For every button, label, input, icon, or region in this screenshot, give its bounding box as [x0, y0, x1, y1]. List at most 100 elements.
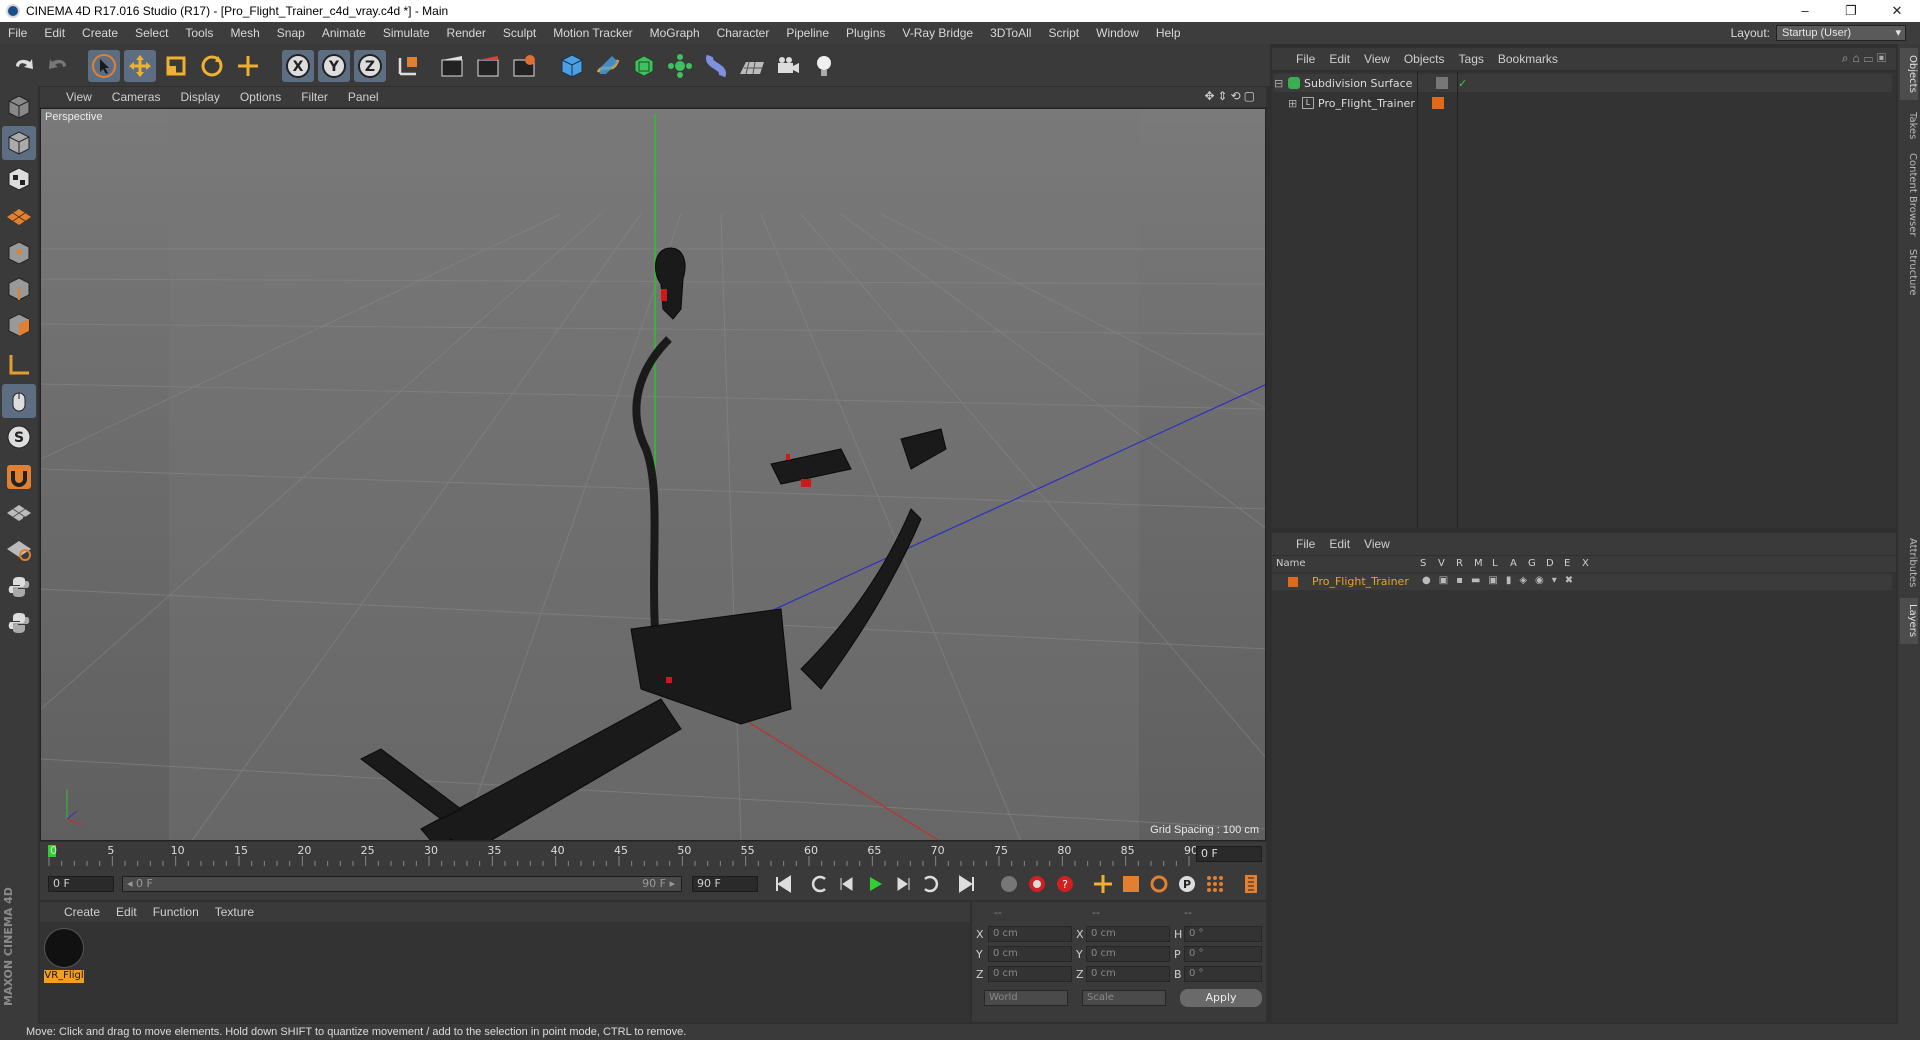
- floor-button[interactable]: [736, 50, 768, 82]
- add-cube-button[interactable]: [556, 50, 588, 82]
- object-menu-tags[interactable]: Tags: [1452, 52, 1491, 66]
- object-menu-objects[interactable]: Objects: [1397, 52, 1452, 66]
- layer-flag-icons[interactable]: ●▣▪▬▣▮◈◉▾✖: [1422, 575, 1581, 586]
- size-mode-select[interactable]: Scale: [1082, 990, 1166, 1006]
- layer-color-swatch[interactable]: [1288, 577, 1298, 587]
- edges-mode-button[interactable]: [2, 272, 36, 306]
- polygons-mode-button[interactable]: [2, 308, 36, 342]
- size-x-field[interactable]: 0 cm: [1086, 926, 1170, 942]
- timeline-ruler[interactable]: 0 5 10 15 20 25 30 35 40 45 50 55 60 65 …: [48, 842, 1198, 868]
- position-x-field[interactable]: 0 cm: [988, 926, 1072, 942]
- object-menu-view[interactable]: View: [1357, 52, 1397, 66]
- size-z-field[interactable]: 0 cm: [1086, 966, 1170, 982]
- frame-range-slider[interactable]: ◂ 0 F 90 F ▸: [122, 876, 682, 892]
- position-z-field[interactable]: 0 cm: [988, 966, 1072, 982]
- menu-3dtoall[interactable]: 3DToAll: [982, 26, 1040, 40]
- python-button-1[interactable]: [2, 570, 36, 604]
- pen-tool-button[interactable]: [592, 50, 624, 82]
- menu-render[interactable]: Render: [439, 26, 495, 40]
- material-swatch[interactable]: VR_Fligl: [44, 928, 84, 984]
- menu-vray-bridge[interactable]: V-Ray Bridge: [894, 26, 982, 40]
- key-position-button[interactable]: [1090, 871, 1116, 897]
- menu-mesh[interactable]: Mesh: [222, 26, 268, 40]
- menu-file[interactable]: File: [0, 26, 36, 40]
- subdivision-surface-button[interactable]: [628, 50, 660, 82]
- y-axis-lock-button[interactable]: Y: [318, 50, 350, 82]
- object-row-subdivision[interactable]: ⊟ Subdivision Surface ✓: [1274, 74, 1892, 92]
- live-select-button[interactable]: [232, 50, 264, 82]
- object-name[interactable]: Subdivision Surface: [1304, 77, 1432, 90]
- play-button[interactable]: [862, 871, 888, 897]
- workplane-mode-button[interactable]: [2, 198, 36, 232]
- menu-simulate[interactable]: Simulate: [375, 26, 439, 40]
- menu-create[interactable]: Create: [74, 26, 127, 40]
- viewport-menu-cameras[interactable]: Cameras: [102, 90, 171, 104]
- menu-sculpt[interactable]: Sculpt: [495, 26, 545, 40]
- prev-frame-button[interactable]: [834, 871, 860, 897]
- viewport-menu-display[interactable]: Display: [170, 90, 229, 104]
- menu-script[interactable]: Script: [1040, 26, 1088, 40]
- array-button[interactable]: [664, 50, 696, 82]
- render-settings-button[interactable]: [508, 50, 540, 82]
- current-frame-field[interactable]: 0 F: [1196, 846, 1262, 862]
- viewport-menu-options[interactable]: Options: [230, 90, 291, 104]
- layer-color-icon[interactable]: [1432, 97, 1444, 109]
- layer-row[interactable]: Pro_Flight_Trainer ●▣▪▬▣▮◈◉▾✖: [1272, 574, 1892, 590]
- layer-menu-view[interactable]: View: [1357, 537, 1397, 551]
- key-pla-button[interactable]: [1202, 871, 1228, 897]
- menu-select[interactable]: Select: [127, 26, 177, 40]
- viewport-menu-filter[interactable]: Filter: [291, 90, 338, 104]
- start-frame-field[interactable]: 0 F: [48, 876, 114, 892]
- close-button[interactable]: ✕: [1874, 0, 1920, 22]
- viewport-menu-view[interactable]: View: [40, 90, 102, 104]
- autokey-button[interactable]: [1024, 871, 1050, 897]
- x-axis-lock-button[interactable]: X: [282, 50, 314, 82]
- render-picture-viewer-button[interactable]: [472, 50, 504, 82]
- object-row-pro-flight-trainer[interactable]: ⊞ L Pro_Flight_Trainer: [1288, 94, 1444, 112]
- material-menu-function[interactable]: Function: [145, 905, 207, 919]
- tab-content-browser[interactable]: Content Browser: [1900, 150, 1918, 240]
- tab-attributes[interactable]: Attributes: [1900, 532, 1918, 594]
- minimize-button[interactable]: –: [1782, 0, 1828, 22]
- viewport-label[interactable]: Perspective: [45, 111, 102, 123]
- layer-tag-icon[interactable]: [1436, 77, 1448, 89]
- end-frame-field[interactable]: 90 F: [692, 876, 758, 892]
- material-menu-edit[interactable]: Edit: [108, 905, 145, 919]
- texture-mode-button[interactable]: [2, 162, 36, 196]
- viewport-menu-panel[interactable]: Panel: [338, 90, 389, 104]
- tab-objects[interactable]: Objects: [1900, 48, 1918, 100]
- tab-layers[interactable]: Layers: [1900, 598, 1918, 644]
- next-frame-button[interactable]: [890, 871, 916, 897]
- redo-button[interactable]: [42, 50, 74, 82]
- key-scale-button[interactable]: [1118, 871, 1144, 897]
- menu-plugins[interactable]: Plugins: [838, 26, 894, 40]
- object-name[interactable]: Pro_Flight_Trainer: [1318, 97, 1426, 110]
- menu-tools[interactable]: Tools: [177, 26, 222, 40]
- enabled-check-icon[interactable]: ✓: [1458, 77, 1467, 90]
- python-button-2[interactable]: [2, 606, 36, 640]
- light-button[interactable]: [808, 50, 840, 82]
- next-key-button[interactable]: [918, 871, 944, 897]
- rotation-p-field[interactable]: 0 °: [1184, 946, 1262, 962]
- layer-menu-file[interactable]: File: [1272, 537, 1322, 551]
- render-view-button[interactable]: [436, 50, 468, 82]
- axis-mode-button[interactable]: [2, 348, 36, 382]
- make-editable-button[interactable]: [2, 90, 36, 124]
- layer-menu-edit[interactable]: Edit: [1322, 537, 1357, 551]
- goto-end-button[interactable]: [954, 871, 980, 897]
- camera-button[interactable]: [772, 50, 804, 82]
- menu-animate[interactable]: Animate: [314, 26, 375, 40]
- position-y-field[interactable]: 0 cm: [988, 946, 1072, 962]
- apply-button[interactable]: Apply: [1180, 989, 1262, 1007]
- menu-character[interactable]: Character: [709, 26, 779, 40]
- points-mode-button[interactable]: [2, 236, 36, 270]
- material-menu-create[interactable]: Create: [40, 905, 108, 919]
- coordinate-space-select[interactable]: World: [984, 990, 1068, 1006]
- workplane-lock-button[interactable]: [2, 496, 36, 530]
- undo-button[interactable]: [8, 50, 40, 82]
- layout-select[interactable]: Startup (User) ▾: [1776, 25, 1906, 41]
- object-menu-bookmarks[interactable]: Bookmarks: [1491, 52, 1565, 66]
- collapse-icon[interactable]: ⊟: [1274, 77, 1284, 90]
- layer-name[interactable]: Pro_Flight_Trainer: [1312, 575, 1409, 588]
- workplane-align-button[interactable]: [2, 532, 36, 566]
